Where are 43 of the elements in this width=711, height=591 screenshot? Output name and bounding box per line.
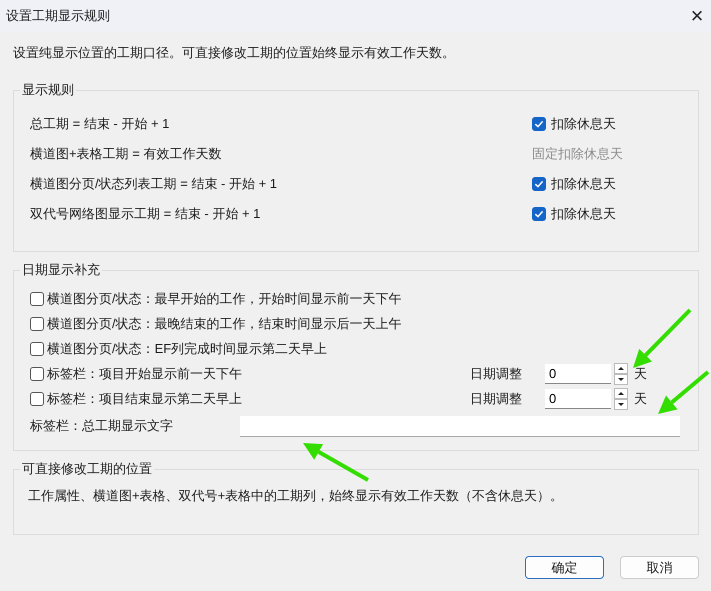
disabled-label: 固定扣除休息天 bbox=[532, 145, 623, 163]
rule-label: 横道图分页/状态列表工期 = 结束 - 开始 + 1 bbox=[30, 175, 278, 193]
checkbox[interactable] bbox=[532, 177, 546, 191]
unit-label: 天 bbox=[634, 364, 647, 382]
checkbox[interactable] bbox=[30, 342, 44, 356]
text-field[interactable] bbox=[240, 416, 680, 436]
checkbox-label: 横道图分页/状态：EF列完成时间显示第二天早上 bbox=[47, 340, 328, 358]
checkbox-label: 扣除休息天 bbox=[551, 205, 616, 223]
checkbox-label: 扣除休息天 bbox=[551, 115, 616, 133]
checkbox[interactable] bbox=[30, 392, 44, 406]
field-label: 日期调整 bbox=[470, 364, 523, 382]
annotation-arrow bbox=[633, 308, 692, 368]
group-title: 显示规则 bbox=[20, 82, 76, 98]
checkbox[interactable] bbox=[30, 316, 44, 330]
window-title: 设置工期显示规则 bbox=[6, 7, 110, 25]
spin-buttons[interactable] bbox=[614, 388, 628, 410]
checkbox-label: 横道图分页/状态：最晚结束的工作，结束时间显示后一天上午 bbox=[47, 314, 402, 332]
rule-label: 横道图+表格工期 = 有效工作天数 bbox=[30, 145, 222, 163]
dialog-button[interactable]: 确定 bbox=[525, 556, 604, 579]
checkbox[interactable] bbox=[532, 117, 546, 131]
description-text: 工作属性、横道图+表格、双代号+表格中的工期列，始终显示有效工作天数（不含休息天）。 bbox=[28, 487, 564, 505]
rule-label: 双代号网络图显示工期 = 结束 - 开始 + 1 bbox=[30, 205, 262, 223]
checkbox-label: 横道图分页/状态：最早开始的工作，开始时间显示前一天下午 bbox=[47, 290, 402, 308]
unit-label: 天 bbox=[634, 390, 647, 408]
checkbox-label: 标签栏：项目结束显示第二天早上 bbox=[47, 390, 242, 408]
rule-label: 总工期 = 结束 - 开始 + 1 bbox=[30, 115, 170, 133]
group-title: 可直接修改工期的位置 bbox=[20, 461, 154, 477]
field-label: 标签栏：总工期显示文字 bbox=[30, 417, 174, 435]
number-field[interactable]: 0 bbox=[545, 364, 611, 384]
dialog-button[interactable]: 取消 bbox=[620, 556, 699, 579]
close-button[interactable]: × bbox=[683, 2, 711, 30]
annotation-arrow bbox=[303, 443, 369, 482]
checkbox-label: 扣除休息天 bbox=[551, 175, 616, 193]
intro-text: 设置纯显示位置的工期口径。可直接修改工期的位置始终显示有效工作天数。 bbox=[13, 44, 456, 62]
field-label: 日期调整 bbox=[470, 390, 523, 408]
group-title: 日期显示补充 bbox=[20, 262, 102, 278]
checkbox[interactable] bbox=[532, 207, 546, 221]
checkbox[interactable] bbox=[30, 292, 44, 306]
number-field[interactable]: 0 bbox=[545, 388, 611, 408]
spin-buttons[interactable] bbox=[614, 362, 628, 384]
checkbox-label: 标签栏：项目开始显示前一天下午 bbox=[47, 364, 242, 382]
checkbox[interactable] bbox=[30, 366, 44, 380]
annotation-arrow bbox=[658, 370, 710, 414]
